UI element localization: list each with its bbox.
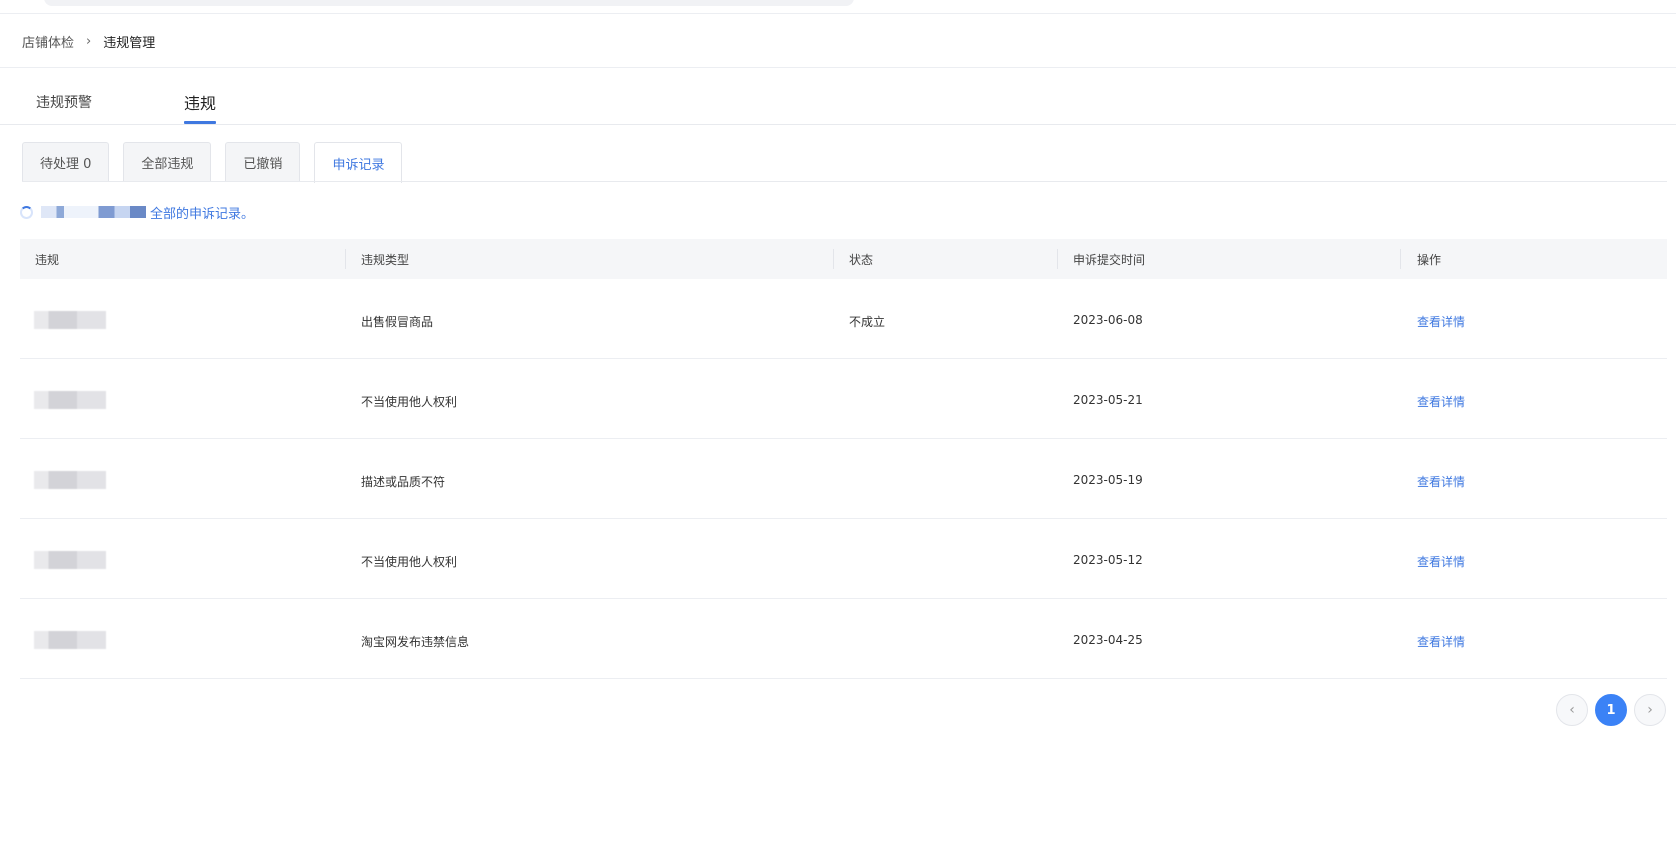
- redacted-mask: [34, 471, 106, 489]
- violation-type: 不当使用他人权利: [361, 555, 458, 569]
- subtab-appeal-records[interactable]: 申诉记录: [314, 142, 403, 183]
- appeal-date: 2023-05-12: [1073, 553, 1143, 567]
- column-divider: [345, 249, 346, 269]
- redacted-mask: [34, 311, 106, 329]
- column-divider: [1400, 249, 1401, 269]
- header-action: 操作: [1417, 253, 1442, 267]
- violation-type: 出售假冒商品: [361, 315, 434, 329]
- table-row: 描述或品质不符 2023-05-19 查看详情: [20, 439, 1667, 519]
- tab-violation[interactable]: 违规: [184, 90, 217, 124]
- view-details-link[interactable]: 查看详情: [1417, 313, 1465, 330]
- status: 不成立: [849, 315, 886, 329]
- violation-type: 淘宝网发布违禁信息: [361, 635, 470, 649]
- prev-page-button[interactable]: ‹: [1556, 694, 1588, 726]
- tab-label: 违规预警: [36, 95, 92, 111]
- view-details-link[interactable]: 查看详情: [1417, 553, 1465, 570]
- appeal-date: 2023-06-08: [1073, 313, 1143, 327]
- appeal-records-table: 违规 违规类型 状态 申诉提交时间 操作 出售假冒商品 不成立 2023-06-…: [20, 239, 1667, 679]
- column-divider: [833, 249, 834, 269]
- top-bar: [0, 0, 1676, 14]
- loading-spinner-icon: [20, 205, 33, 219]
- sub-tabs: 待处理 0 全部违规 已撤销 申诉记录: [22, 142, 416, 183]
- main-tabs: 违规预警 违规: [0, 68, 1676, 125]
- notice-text: 全部的申诉记录。: [150, 206, 255, 222]
- redacted-mask: [34, 631, 106, 649]
- table-row: 不当使用他人权利 2023-05-21 查看详情: [20, 359, 1667, 439]
- table-row: 出售假冒商品 不成立 2023-06-08 查看详情: [20, 279, 1667, 359]
- divider: [22, 181, 1667, 182]
- table-header: 违规 违规类型 状态 申诉提交时间 操作: [20, 239, 1667, 279]
- redacted-mask: [34, 391, 106, 409]
- violation-type: 不当使用他人权利: [361, 395, 458, 409]
- subtab-pending[interactable]: 待处理 0: [22, 142, 110, 182]
- tab-violation-warning[interactable]: 违规预警: [36, 92, 92, 112]
- subtab-revoked[interactable]: 已撤销: [225, 142, 301, 182]
- header-violation-type: 违规类型: [361, 253, 410, 267]
- table-row: 不当使用他人权利 2023-05-12 查看详情: [20, 519, 1667, 599]
- tab-label: 违规: [184, 94, 217, 113]
- breadcrumb: 店铺体检 › 违规管理: [22, 30, 155, 52]
- notice-bar: 全部的申诉记录。: [20, 202, 254, 222]
- view-details-link[interactable]: 查看详情: [1417, 633, 1465, 650]
- appeal-date: 2023-05-19: [1073, 473, 1143, 487]
- view-details-link[interactable]: 查看详情: [1417, 393, 1465, 410]
- chevron-right-icon: ›: [86, 33, 92, 49]
- redacted-mask: [34, 551, 106, 569]
- global-search-input[interactable]: [44, 0, 854, 6]
- header-appeal-time: 申诉提交时间: [1073, 253, 1146, 267]
- header-status: 状态: [849, 253, 874, 267]
- appeal-date: 2023-05-21: [1073, 393, 1143, 407]
- table-row: 淘宝网发布违禁信息 2023-04-25 查看详情: [20, 599, 1667, 679]
- active-tab-indicator: [184, 121, 217, 124]
- appeal-date: 2023-04-25: [1073, 633, 1143, 647]
- subtab-all-violations[interactable]: 全部违规: [123, 142, 212, 182]
- page-1-button[interactable]: 1: [1595, 694, 1627, 726]
- column-divider: [1057, 249, 1058, 269]
- view-details-link[interactable]: 查看详情: [1417, 473, 1465, 490]
- breadcrumb-shop-checkup[interactable]: 店铺体检: [22, 32, 74, 51]
- breadcrumb-current: 违规管理: [103, 35, 156, 51]
- pagination: ‹ 1 ›: [1556, 694, 1673, 726]
- violation-type: 描述或品质不符: [361, 475, 446, 489]
- header-violation: 违规: [35, 253, 60, 267]
- redacted-mask: [41, 206, 146, 218]
- next-page-button[interactable]: ›: [1634, 694, 1666, 726]
